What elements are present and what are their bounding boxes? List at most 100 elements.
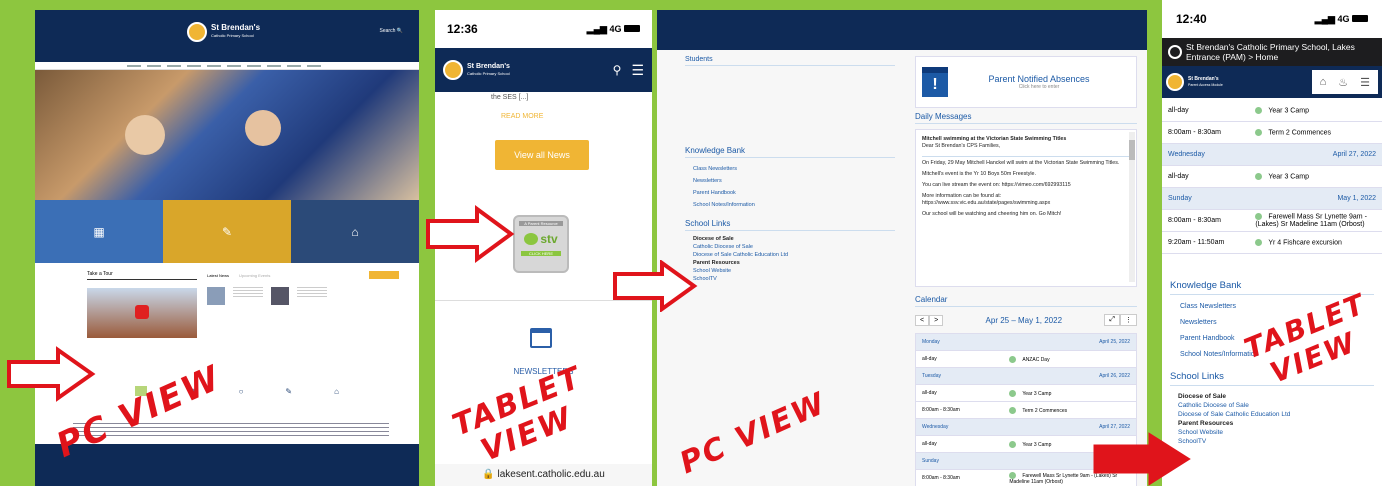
battery-icon: [624, 24, 640, 32]
battery-icon: [1352, 14, 1368, 22]
school-link[interactable]: SchoolTV: [693, 275, 895, 283]
status-bar: 12:40 ▂▄▆ 4G: [1162, 0, 1382, 38]
bell-icon[interactable]: ♨: [1338, 76, 1348, 89]
calendar-left: 9:20am - 11:50am: [1168, 239, 1225, 246]
portal-header: St Brendan's Parent Access Module ⌂ ♨ ☰: [1162, 66, 1382, 98]
calendar-right: April 27, 2022: [1099, 424, 1130, 430]
event-dot-icon: [1255, 213, 1263, 221]
crest-icon: [187, 22, 207, 42]
home-icon[interactable]: ⌂: [1320, 76, 1327, 88]
crest-icon[interactable]: [443, 60, 463, 80]
pc-portal-panel: Students Knowledge Bank Class Newsletter…: [657, 10, 1147, 486]
play-icon: [135, 305, 149, 319]
absences-sub: Click here to enter: [1018, 84, 1060, 90]
status-time: 12:40: [1176, 12, 1207, 26]
mobile-header: St Brendan's Catholic Primary School ⚲ ☰: [435, 48, 652, 92]
calendar-right: ANZAC Day: [1009, 355, 1130, 363]
calendar-left: Tuesday: [922, 373, 941, 379]
absences-card[interactable]: ! Parent Notified Absences Click here to…: [915, 56, 1137, 108]
calendar-right: Yr 4 Fishcare excursion: [1255, 238, 1376, 246]
menu-icon[interactable]: ☰: [1360, 76, 1370, 89]
calendar-event[interactable]: all-day Year 3 Camp: [1162, 100, 1382, 122]
students-heading: Students: [685, 56, 895, 66]
school-link[interactable]: Diocese of Sale Catholic Education Ltd: [693, 251, 895, 259]
event-dot-icon: [1009, 440, 1017, 448]
calendar-right: Farewell Mass Sr Lynette 9am - (Lakes) S…: [1255, 213, 1367, 228]
arrow-icon: [613, 260, 698, 312]
school-links-heading: School Links: [685, 219, 895, 231]
tab-take-a-tour[interactable]: Take a Tour: [87, 271, 197, 280]
calendar-right: Term 2 Commences: [1009, 406, 1130, 414]
location-icon[interactable]: ○: [239, 387, 244, 396]
calendar-left: Wednesday: [922, 424, 949, 430]
signal-icon: ▂▄▆: [586, 23, 607, 34]
calendar-event[interactable]: 8:00am - 8:30am Farewell Mass Sr Lynette …: [1162, 210, 1382, 232]
school-link[interactable]: Catholic Diocese of Sale: [693, 243, 895, 251]
calendar-event[interactable]: all-day Year 3 Camp: [1162, 166, 1382, 188]
next-week-button[interactable]: >: [929, 314, 944, 326]
church-icon[interactable]: ⌂: [334, 387, 339, 396]
calendar-right: Term 2 Commences: [1255, 128, 1376, 136]
kb-item[interactable]: Parent Handbook: [693, 187, 895, 199]
tile-community[interactable]: ⌂: [291, 200, 419, 263]
messages-box: Mitchell swimming at the Victorian State…: [915, 129, 1137, 287]
kb-item[interactable]: School Notes/Information: [693, 199, 895, 211]
tab-latest-news[interactable]: Latest News: [207, 273, 229, 278]
messages-scrollbar[interactable]: [1129, 132, 1135, 282]
tile-enrolment[interactable]: ▦: [35, 200, 163, 263]
home-app-icon: [1168, 45, 1182, 59]
edit-icon[interactable]: ✎: [285, 387, 292, 396]
kb-item[interactable]: Newsletters: [693, 175, 895, 187]
more-icon[interactable]: ⋮: [1120, 314, 1137, 326]
calendar-left: all-day: [922, 441, 937, 447]
kb-item[interactable]: Class Newsletters: [693, 163, 895, 175]
newsletters-icon[interactable]: [530, 328, 552, 348]
calendar-range: Apr 25 – May 1, 2022: [985, 315, 1063, 325]
calendar-event[interactable]: all-day ANZAC Day: [916, 351, 1136, 368]
calendar-event[interactable]: all-day Year 3 Camp: [916, 385, 1136, 402]
menu-icon[interactable]: ☰: [631, 62, 644, 79]
calendar-event[interactable]: 9:20am - 11:50am Yr 4 Fishcare excursion: [1162, 232, 1382, 254]
arrow-icon: [1093, 432, 1191, 486]
message-line: Dear St Brendan's CPS Families,: [922, 143, 1001, 149]
school-logo[interactable]: St Brendan's Catholic Primary School: [187, 22, 260, 42]
calendar-day-header: Monday April 25, 2022: [916, 334, 1136, 351]
main-nav[interactable]: [35, 62, 419, 70]
search-link[interactable]: Search 🔍: [380, 28, 403, 34]
calendar-event[interactable]: 8:00am - 8:30am Term 2 Commences: [1162, 122, 1382, 144]
brand-name: St Brendan's: [467, 63, 510, 70]
tour-video[interactable]: [87, 288, 197, 338]
search-icon[interactable]: ⚲: [613, 63, 622, 77]
news-thumb[interactable]: [271, 287, 289, 305]
read-more-link[interactable]: READ MORE: [435, 101, 652, 120]
school-link[interactable]: Catholic Diocese of Sale: [1178, 401, 1374, 410]
crest-icon[interactable]: [1166, 73, 1184, 91]
school-link[interactable]: Diocese of Sale Catholic Education Ltd: [1178, 410, 1374, 419]
event-dot-icon: [1255, 128, 1263, 136]
message-line: More information can be found at: https:…: [922, 193, 1051, 206]
edit-icon: ✎: [221, 224, 233, 239]
school-link[interactable]: SchoolTV: [1178, 437, 1374, 446]
school-name: St Brendan's: [211, 23, 261, 32]
url-bar[interactable]: 🔒 lakesent.catholic.edu.au: [435, 464, 652, 486]
schooltv-badge[interactable]: A Parent Resource stv CLICK HERE: [513, 215, 569, 273]
stv-logo: stv: [540, 232, 558, 246]
view-all-news-button[interactable]: View all News: [495, 140, 589, 170]
link-heading: Diocese of Sale: [693, 236, 734, 242]
calendar-right: May 1, 2022: [1337, 195, 1376, 202]
expand-icon[interactable]: ⤢: [1104, 314, 1120, 326]
app-banner[interactable]: St Brendan's Catholic Primary School, La…: [1162, 38, 1382, 66]
search-icon: 🔍: [396, 28, 403, 34]
view-all-button[interactable]: [369, 271, 399, 279]
calendar-left: 8:00am - 8:30am: [1168, 129, 1221, 136]
calendar-event[interactable]: 8:00am - 8:30am Term 2 Commences: [916, 402, 1136, 419]
school-link[interactable]: School Website: [693, 267, 895, 275]
tab-upcoming-events[interactable]: Upcoming Events: [239, 273, 270, 278]
school-link[interactable]: School Website: [1178, 428, 1374, 437]
calendar-left: Sunday: [922, 458, 939, 464]
brand-sub: Catholic Primary School: [467, 71, 510, 76]
prev-week-button[interactable]: <: [915, 314, 930, 326]
ses-snippet: the SES [...]: [491, 94, 529, 101]
tile-about[interactable]: ✎: [163, 200, 291, 263]
news-thumb[interactable]: [207, 287, 225, 305]
